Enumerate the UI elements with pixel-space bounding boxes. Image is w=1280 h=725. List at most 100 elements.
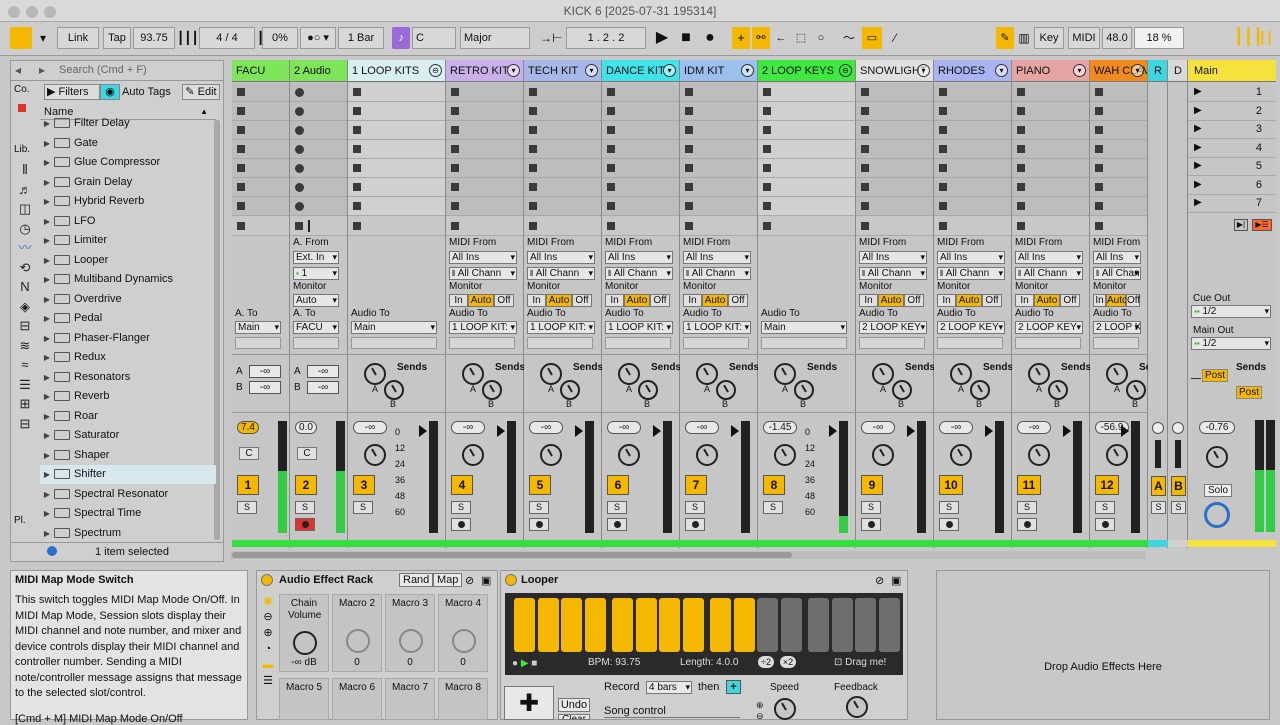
solo-button[interactable]: S — [1017, 501, 1037, 514]
scale-dropdown[interactable]: Major — [460, 27, 530, 49]
clip-slot-icon[interactable] — [1095, 107, 1103, 115]
audio-to-dropdown[interactable]: 2 LOOP KEY — [859, 321, 927, 334]
arrangement-position[interactable]: 1 . 2 . 2 — [566, 27, 646, 49]
track-title[interactable]: TECH KIT ▾ — [524, 60, 601, 82]
track-title[interactable]: RHODES ▾ — [934, 60, 1011, 82]
clip-slot-icon[interactable] — [529, 164, 537, 172]
monitor-in[interactable]: In — [1015, 294, 1034, 307]
clip-slot[interactable] — [1012, 102, 1089, 121]
send-b-field[interactable]: -∞ — [307, 381, 339, 394]
midi-channel-dropdown[interactable]: ⦀ All Chann — [937, 267, 1005, 280]
clip-slot-icon[interactable] — [295, 145, 304, 154]
clip-slot-icon[interactable] — [1017, 107, 1025, 115]
clip-slot[interactable] — [934, 178, 1011, 197]
send-a-knob[interactable] — [696, 363, 718, 385]
clip-slot-icon[interactable] — [1017, 145, 1025, 153]
scene-launch-icon[interactable]: ▶ — [1194, 142, 1202, 153]
clip-slot[interactable] — [602, 83, 679, 102]
expand-arrow-icon[interactable]: ▶ — [40, 192, 54, 211]
monitor-in[interactable]: In — [937, 294, 956, 307]
minimize-window-button[interactable] — [26, 6, 38, 18]
stop-clip-icon[interactable] — [861, 222, 869, 230]
clip-slot-icon[interactable] — [451, 202, 459, 210]
clip-stop-slot[interactable] — [232, 217, 289, 236]
clip-slot[interactable] — [524, 159, 601, 178]
mixer-icon[interactable]: ┃┃ — [1258, 27, 1274, 49]
clip-slot-icon[interactable] — [763, 202, 771, 210]
expand-arrow-icon[interactable]: ▶ — [40, 231, 54, 250]
track-title[interactable]: 2 LOOP KEYS ⊖ — [758, 60, 855, 82]
pan-knob[interactable] — [364, 444, 386, 466]
clip-slot-icon[interactable] — [607, 145, 615, 153]
clip-slot[interactable] — [856, 197, 933, 216]
send-a-knob[interactable] — [1106, 363, 1128, 385]
midi-from-dropdown[interactable]: All Ins — [1093, 251, 1141, 264]
clip-slot-icon[interactable] — [1095, 183, 1103, 191]
speed-knob[interactable] — [774, 698, 796, 720]
pan-knob[interactable] — [774, 444, 796, 466]
track-title[interactable]: PIANO ▾ — [1012, 60, 1089, 82]
clip-slot-icon[interactable] — [1095, 126, 1103, 134]
audio-to-dropdown[interactable]: Main — [235, 321, 281, 334]
audio-to-dropdown[interactable]: Main — [351, 321, 437, 334]
browser-item[interactable]: ▶ Spectral Time — [40, 504, 216, 523]
clip-slot[interactable] — [1090, 197, 1147, 216]
map-button[interactable]: Map — [433, 573, 463, 587]
browser-item[interactable]: ▶ Shifter — [40, 465, 216, 484]
post-button-b[interactable]: Post — [1236, 386, 1262, 399]
input-channel-dropdown[interactable]: ▪ 1 — [293, 267, 339, 280]
stop-clip-icon[interactable] — [451, 222, 459, 230]
track-title[interactable]: 2 Audio — [290, 60, 347, 82]
scene-launch-icon[interactable]: ▶ — [1194, 160, 1202, 171]
expand-arrow-icon[interactable]: ▶ — [40, 407, 54, 426]
auto-tags-label[interactable]: Auto Tags — [122, 86, 171, 98]
red-tag-icon[interactable] — [18, 104, 26, 112]
clip-slot[interactable] — [1090, 83, 1147, 102]
fold-icon[interactable]: ▾ — [741, 64, 754, 77]
pencil-icon[interactable]: ✎ — [996, 27, 1014, 49]
clip-slot[interactable] — [524, 102, 601, 121]
audio-to-dropdown[interactable]: 1 LOOP KIT: — [449, 321, 517, 334]
undo-button[interactable]: Undo — [558, 698, 590, 712]
preview-icon[interactable] — [47, 546, 57, 556]
clip-slot-icon[interactable] — [353, 107, 361, 115]
clip-slot-icon[interactable] — [1017, 183, 1025, 191]
track-activator[interactable]: 12 — [1095, 475, 1119, 495]
browser-item[interactable]: ▶ Filter Delay — [40, 114, 216, 133]
clip-slot[interactable] — [856, 102, 933, 121]
clip-slot[interactable] — [1090, 140, 1147, 159]
master-volume[interactable]: -0.76 — [1199, 421, 1235, 434]
macro-5[interactable]: Macro 5 — [279, 678, 329, 720]
volume-field[interactable]: -∞ — [451, 421, 485, 434]
pan-knob[interactable] — [872, 444, 894, 466]
clip-slot[interactable] — [348, 121, 445, 140]
quantize-dropdown[interactable]: 1 Bar — [338, 27, 384, 49]
return-b-activator[interactable]: B — [1171, 476, 1186, 496]
close-window-button[interactable] — [8, 6, 20, 18]
volume-field[interactable]: 0.0 — [295, 421, 317, 434]
input-field[interactable] — [605, 337, 671, 349]
looper-save-icon[interactable]: ⊘ — [875, 574, 884, 587]
loop-icon[interactable]: 〜 — [838, 27, 860, 49]
track-activator[interactable]: 6 — [607, 475, 629, 495]
clip-slot[interactable] — [1012, 159, 1089, 178]
send-b-knob[interactable] — [560, 380, 580, 400]
return-track-a[interactable]: R — [1148, 60, 1168, 548]
main-out-dropdown[interactable]: ▪▪ 1/2 — [1191, 337, 1271, 350]
clip-slot-icon[interactable] — [861, 126, 869, 134]
clip-slot-icon[interactable] — [353, 88, 361, 96]
clip-slot[interactable] — [1090, 102, 1147, 121]
expand-arrow-icon[interactable]: ▶ — [40, 309, 54, 328]
send-a-knob[interactable] — [540, 363, 562, 385]
clip-slot-icon[interactable] — [353, 145, 361, 153]
device-save-icon[interactable]: ▣ — [481, 574, 491, 587]
clip-slot-icon[interactable] — [237, 164, 245, 172]
clip-slot-icon[interactable] — [1017, 164, 1025, 172]
clip-slot[interactable] — [348, 140, 445, 159]
metronome-toggle[interactable]: ●○ ▾ — [300, 27, 336, 49]
post-button-a[interactable]: Post — [1202, 369, 1228, 382]
clip-slot-icon[interactable] — [939, 145, 947, 153]
clip-slot[interactable] — [602, 121, 679, 140]
monitor-off[interactable]: Off — [728, 294, 748, 307]
clip-slot-icon[interactable] — [939, 164, 947, 172]
